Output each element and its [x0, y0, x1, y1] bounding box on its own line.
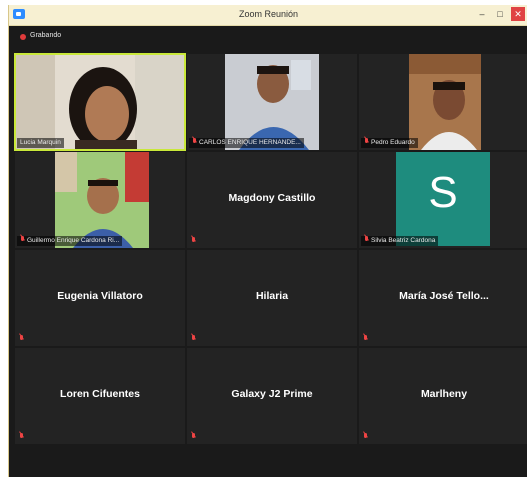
mic-muted-icon [191, 433, 196, 441]
mic-muted-icon [19, 335, 24, 343]
participant-name-label: Lucia Marquin [17, 138, 64, 148]
participant-name: María José Tello... [399, 290, 489, 302]
mic-muted-icon [191, 335, 196, 343]
gallery-grid: Lucia Marquin CARLOS ENRIQUE HERNANDE... [14, 53, 527, 449]
close-button[interactable]: ✕ [511, 7, 525, 21]
participant-name-label: Silvia Beatriz Cardona [361, 236, 439, 246]
participant-tile[interactable]: Hilaria [187, 250, 357, 346]
participant-name: Magdony Castillo [228, 192, 316, 204]
mic-muted-icon [20, 236, 25, 244]
participant-tile[interactable]: María José Tello... [359, 250, 527, 346]
maximize-button[interactable]: □ [493, 7, 507, 21]
participant-tile[interactable]: Pedro Eduardo [359, 54, 527, 150]
participant-name: Guillermo Enrique Cardona Ri... [27, 237, 120, 244]
recording-bar: Grabando [9, 26, 527, 48]
participant-tile[interactable]: Guillermo Enrique Cardona Ri... [15, 152, 185, 248]
recording-icon[interactable] [20, 34, 26, 40]
participant-video [359, 54, 527, 150]
mic-muted-icon [364, 236, 369, 244]
participant-name: CARLOS ENRIQUE HERNANDE... [199, 139, 301, 146]
window-title: Zoom Reunión [238, 9, 299, 19]
participant-name: Marlheny [420, 388, 468, 400]
participant-name: Galaxy J2 Prime [231, 388, 313, 400]
minimize-button[interactable]: – [475, 7, 489, 21]
recording-label: Grabando [30, 32, 62, 39]
participant-tile[interactable]: Loren Cifuentes [15, 348, 185, 444]
participant-tile[interactable]: Eugenia Villatoro [15, 250, 185, 346]
participant-name: Pedro Eduardo [371, 139, 415, 146]
participant-name-label: CARLOS ENRIQUE HERNANDE... [189, 138, 304, 148]
mic-muted-icon [363, 335, 368, 343]
participant-tile[interactable]: Lucia Marquin [14, 53, 186, 151]
bottom-area [9, 451, 527, 477]
mic-muted-icon [363, 433, 368, 441]
participant-tile[interactable]: CARLOS ENRIQUE HERNANDE... [187, 54, 357, 150]
participant-video [15, 152, 185, 248]
mic-muted-icon [19, 433, 24, 441]
participant-video [187, 54, 357, 150]
participant-tile[interactable]: Galaxy J2 Prime [187, 348, 357, 444]
participant-tile[interactable]: Magdony Castillo [187, 152, 357, 248]
participant-name-label: Guillermo Enrique Cardona Ri... [17, 236, 123, 246]
participant-name: Eugenia Villatoro [57, 290, 143, 302]
participant-name: Hilaria [255, 290, 289, 302]
participant-name: Silvia Beatriz Cardona [371, 237, 436, 244]
mic-muted-icon [192, 138, 197, 146]
title-bar: Zoom Reunión – □ ✕ [9, 5, 527, 26]
zoom-window: Zoom Reunión – □ ✕ Grabando Lucia Marqui… [8, 5, 527, 477]
participant-avatar: S [396, 152, 490, 246]
mic-muted-icon [364, 138, 369, 146]
mic-muted-icon [191, 237, 196, 245]
participant-name-label: Pedro Eduardo [361, 138, 418, 148]
participant-tile[interactable]: S Silvia Beatriz Cardona [359, 152, 527, 248]
participant-video [15, 54, 185, 150]
participant-name: Loren Cifuentes [60, 388, 140, 400]
participant-tile[interactable]: Marlheny [359, 348, 527, 444]
avatar-initial: S [428, 168, 458, 217]
